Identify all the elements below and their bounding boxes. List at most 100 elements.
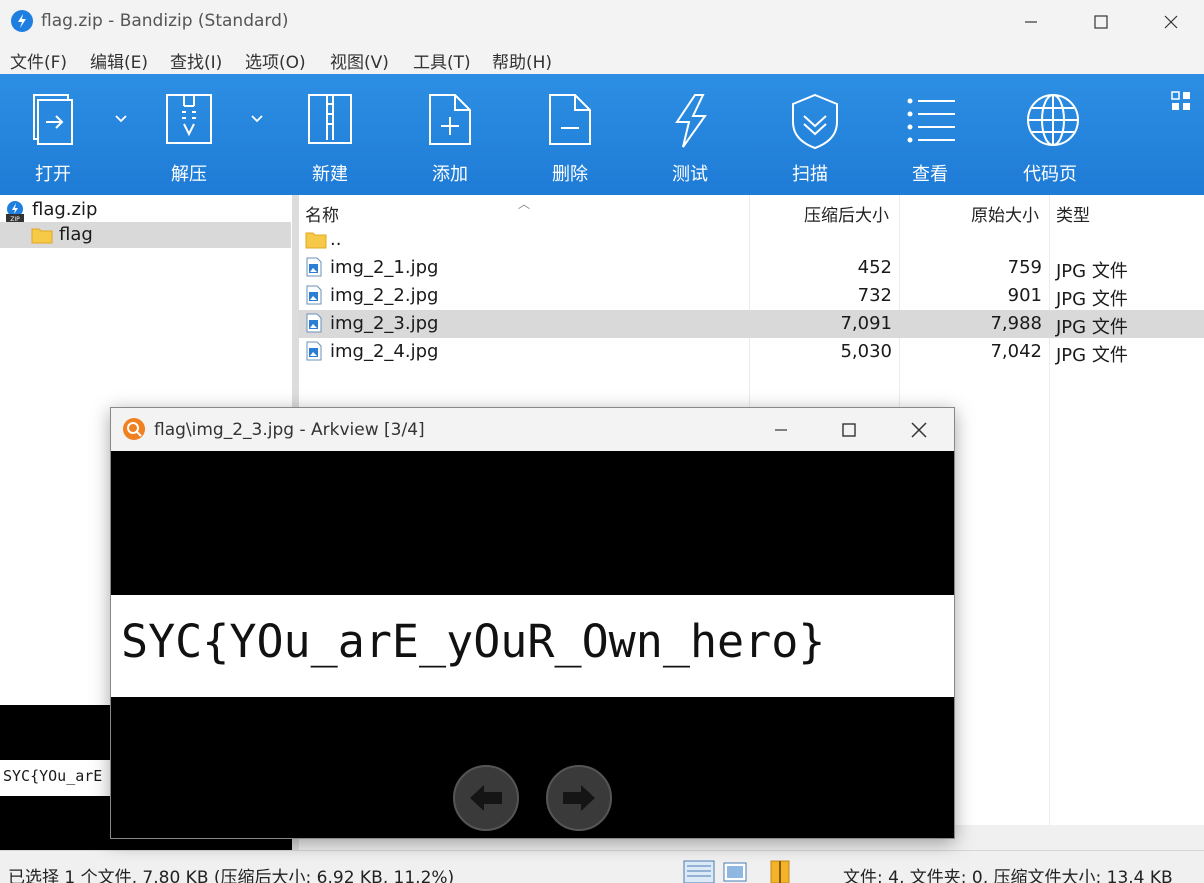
jpg-file-icon	[306, 341, 322, 361]
folder-icon	[31, 228, 53, 244]
extract-button[interactable]: 解压	[139, 74, 239, 195]
jpg-file-icon	[306, 285, 322, 305]
add-label: 添加	[432, 164, 468, 185]
delete-label: 删除	[552, 164, 588, 185]
zip-archive-icon: ZIP	[6, 201, 24, 222]
file-compressed-size: 5,030	[840, 341, 892, 362]
file-row-parent[interactable]: ..	[299, 226, 1204, 254]
test-label: 测试	[672, 164, 708, 185]
minimize-button[interactable]	[996, 0, 1066, 43]
toolbar: 打开 解压 新建 添加 删除 测试 扫描 查看 代码页	[0, 74, 1204, 195]
tree-flag-label: flag	[59, 224, 93, 245]
extract-dropdown-chevron-icon[interactable]	[250, 112, 264, 126]
file-compressed-size: 452	[857, 257, 892, 278]
file-type: JPG 文件	[1056, 289, 1128, 310]
new-archive-button[interactable]: 新建	[280, 74, 380, 195]
file-compressed-size: 732	[857, 285, 892, 306]
folder-up-icon	[305, 232, 327, 249]
thumbnail-view-icon[interactable]	[723, 860, 747, 883]
scan-label: 扫描	[792, 164, 828, 185]
file-type: JPG 文件	[1056, 317, 1128, 338]
arkview-title-bar: flag\img_2_3.jpg - Arkview [3/4]	[111, 408, 954, 451]
delete-button[interactable]: 删除	[520, 74, 620, 195]
arkview-close-button[interactable]	[884, 408, 954, 451]
file-name: ..	[330, 229, 342, 250]
viewed-image: SYC{YOu_arE_yOuR_Own_hero}	[111, 595, 954, 697]
status-bar: 已选择 1 个文件, 7.80 KB (压缩后大小: 6.92 KB, 11.2…	[0, 850, 1204, 883]
file-name: img_2_2.jpg	[330, 285, 439, 306]
arkview-maximize-button[interactable]	[814, 408, 884, 451]
open-button[interactable]: 打开	[3, 74, 103, 195]
open-label: 打开	[35, 164, 71, 185]
arkview-window: flag\img_2_3.jpg - Arkview [3/4] SYC{YOu…	[110, 407, 955, 839]
file-row[interactable]: img_2_1.jpg 452 759 JPG 文件	[299, 254, 1204, 282]
window-title: flag.zip - Bandizip (Standard)	[41, 11, 289, 31]
jpg-file-icon	[306, 257, 322, 277]
menu-options[interactable]: 选项(O)	[245, 48, 306, 73]
tree-item-flag-folder[interactable]: flag	[0, 222, 291, 248]
view-label: 查看	[912, 164, 948, 185]
details-view-icon[interactable]	[683, 860, 715, 883]
file-name: img_2_4.jpg	[330, 341, 439, 362]
file-compressed-size: 7,091	[840, 313, 892, 334]
file-original-size: 7,042	[990, 341, 1042, 362]
file-type: JPG 文件	[1056, 261, 1128, 282]
title-bar: flag.zip - Bandizip (Standard)	[0, 0, 1204, 43]
file-row[interactable]: img_2_2.jpg 732 901 JPG 文件	[299, 282, 1204, 310]
arkview-logo-icon	[123, 418, 145, 440]
codepage-button[interactable]: 代码页	[1000, 74, 1100, 195]
test-lightning-icon	[675, 94, 707, 148]
arkview-title: flag\img_2_3.jpg - Arkview [3/4]	[154, 420, 425, 440]
previous-image-button[interactable]	[453, 765, 519, 831]
test-button[interactable]: 测试	[640, 74, 740, 195]
arkview-minimize-button[interactable]	[746, 408, 816, 451]
open-dropdown-chevron-icon[interactable]	[114, 112, 128, 126]
file-row-selected[interactable]: img_2_3.jpg 7,091 7,988 JPG 文件	[299, 310, 1204, 338]
file-original-size: 7,988	[990, 313, 1042, 334]
new-label: 新建	[312, 164, 348, 185]
menu-file[interactable]: 文件(F)	[10, 48, 67, 73]
bandizip-logo-icon	[11, 10, 33, 32]
arrow-right-icon	[563, 785, 595, 811]
codepage-label: 代码页	[1023, 164, 1077, 185]
file-original-size: 901	[1007, 285, 1042, 306]
column-header-original[interactable]: 原始大小	[971, 201, 1039, 226]
view-list-icon	[907, 98, 955, 143]
column-header-type[interactable]: 类型	[1056, 201, 1090, 226]
column-header-compressed[interactable]: 压缩后大小	[804, 201, 889, 226]
menu-help[interactable]: 帮助(H)	[492, 48, 552, 73]
jpg-file-icon	[306, 313, 322, 333]
open-icon	[33, 94, 73, 145]
menu-find[interactable]: 查找(I)	[170, 48, 222, 73]
delete-file-icon	[549, 94, 591, 145]
add-button[interactable]: 添加	[400, 74, 500, 195]
archive-status: 文件: 4, 文件夹: 0, 压缩文件大小: 13.4 KB	[843, 868, 1173, 883]
next-image-button[interactable]	[546, 765, 612, 831]
file-name: img_2_1.jpg	[330, 257, 439, 278]
new-archive-icon	[308, 94, 352, 144]
tree-root-label: flag.zip	[32, 199, 98, 220]
scan-shield-icon	[792, 93, 838, 150]
menu-edit[interactable]: 编辑(E)	[90, 48, 148, 73]
menu-view[interactable]: 视图(V)	[330, 48, 389, 73]
file-name: img_2_3.jpg	[330, 313, 439, 334]
scan-button[interactable]: 扫描	[760, 74, 860, 195]
maximize-button[interactable]	[1066, 0, 1136, 43]
file-row[interactable]: img_2_4.jpg 5,030 7,042 JPG 文件	[299, 338, 1204, 366]
sort-ascending-icon: ︿	[518, 197, 531, 211]
file-type: JPG 文件	[1056, 345, 1128, 366]
layout-grid-icon[interactable]	[1171, 91, 1191, 111]
archive-info-icon[interactable]	[768, 860, 792, 883]
view-button[interactable]: 查看	[880, 74, 980, 195]
close-button[interactable]	[1136, 0, 1204, 43]
image-flag-text: SYC{YOu_arE_yOuR_Own_hero}	[121, 615, 826, 668]
column-header-name[interactable]: 名称	[305, 201, 339, 226]
codepage-globe-icon	[1027, 94, 1079, 146]
add-file-icon	[429, 94, 471, 145]
extract-label: 解压	[171, 164, 207, 185]
selection-status: 已选择 1 个文件, 7.80 KB (压缩后大小: 6.92 KB, 11.2…	[8, 868, 455, 883]
extract-zipper-icon	[166, 94, 212, 144]
arrow-left-icon	[470, 785, 502, 811]
file-original-size: 759	[1007, 257, 1042, 278]
menu-tools[interactable]: 工具(T)	[413, 48, 471, 73]
